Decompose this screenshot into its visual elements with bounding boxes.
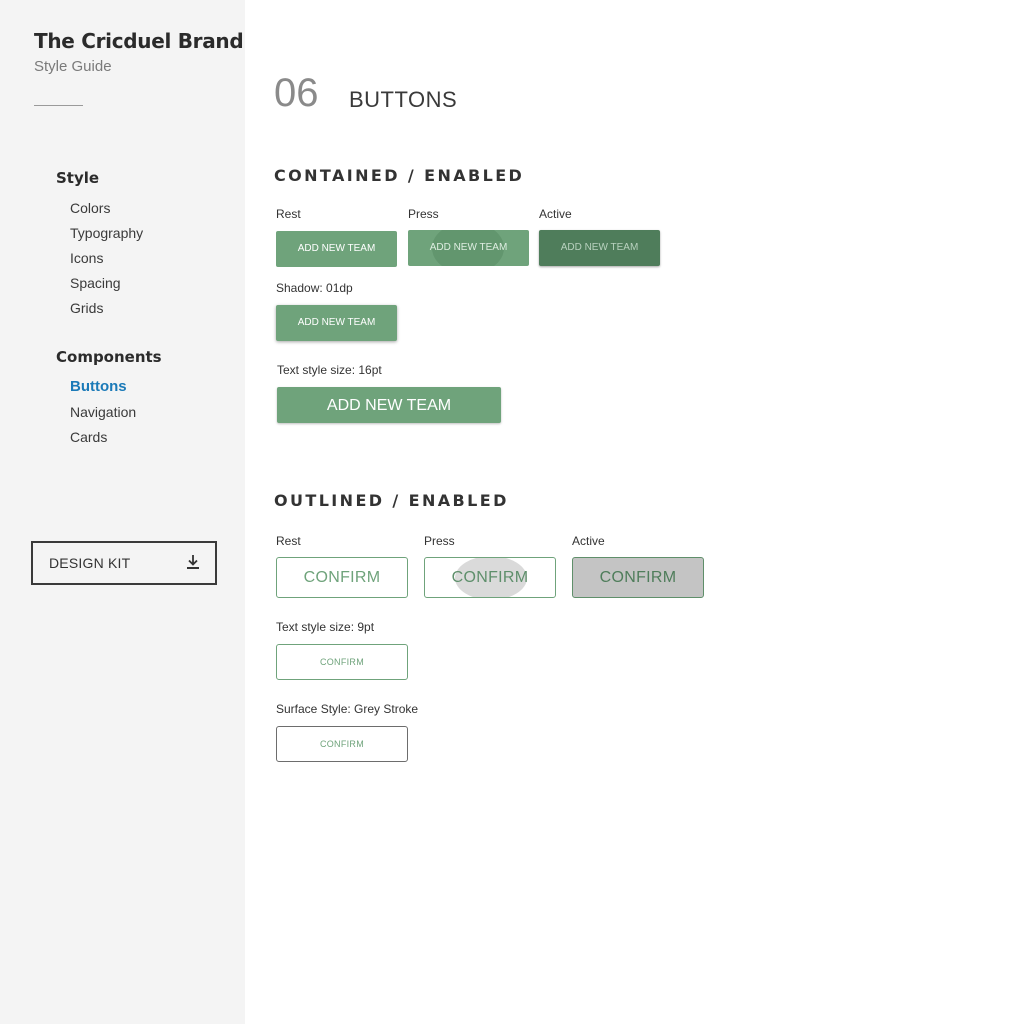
contained-active-label: Active	[539, 207, 572, 221]
nav-heading-components: Components	[56, 348, 162, 366]
add-new-team-button-large[interactable]: ADD NEW TEAM	[277, 387, 501, 423]
confirm-button-active[interactable]: CONFIRM	[572, 557, 704, 598]
button-label: CONFIRM	[599, 569, 677, 586]
outlined-section-title: OUTLINED / ENABLED	[274, 491, 509, 510]
add-new-team-button-active[interactable]: ADD NEW TEAM	[539, 230, 660, 266]
button-label: ADD NEW TEAM	[297, 243, 376, 254]
brand-subtitle: Style Guide	[34, 58, 112, 75]
sidebar: The Cricduel Brand Style Guide Style Col…	[0, 0, 245, 1024]
add-new-team-button-press[interactable]: ADD NEW TEAM	[408, 230, 529, 266]
design-kit-button[interactable]: DESIGN KIT	[31, 541, 217, 585]
confirm-button-small[interactable]: CONFIRM	[276, 644, 408, 680]
shadow-label: Shadow: 01dp	[276, 281, 353, 295]
brand-divider	[34, 105, 83, 106]
section-number: 06	[274, 71, 319, 115]
button-label: ADD NEW TEAM	[297, 317, 376, 328]
button-label: ADD NEW TEAM	[560, 242, 639, 253]
sidebar-item-navigation[interactable]: Navigation	[70, 404, 136, 420]
outlined-active-label: Active	[572, 534, 605, 548]
nav-heading-style: Style	[56, 169, 100, 187]
contained-rest-label: Rest	[276, 207, 301, 221]
confirm-button-press[interactable]: CONFIRM	[424, 557, 556, 598]
contained-press-label: Press	[408, 207, 439, 221]
add-new-team-button-rest[interactable]: ADD NEW TEAM	[276, 231, 397, 267]
sidebar-item-icons[interactable]: Icons	[70, 250, 103, 266]
design-kit-label: DESIGN KIT	[49, 555, 131, 571]
button-label: CONFIRM	[451, 569, 529, 586]
brand-title: The Cricduel Brand	[34, 29, 244, 53]
sidebar-item-grids[interactable]: Grids	[70, 300, 103, 316]
sidebar-item-spacing[interactable]: Spacing	[70, 275, 121, 291]
download-icon	[187, 555, 199, 569]
add-new-team-button-shadow[interactable]: ADD NEW TEAM	[276, 305, 397, 341]
button-label: ADD NEW TEAM	[326, 397, 452, 414]
sidebar-item-typography[interactable]: Typography	[70, 225, 143, 241]
contained-section-title: CONTAINED / ENABLED	[274, 166, 525, 185]
text-size-9-label: Text style size: 9pt	[276, 620, 375, 634]
button-label: CONFIRM	[303, 569, 381, 586]
confirm-button-rest[interactable]: CONFIRM	[276, 557, 408, 598]
outlined-press-label: Press	[424, 534, 455, 548]
confirm-button-grey-stroke[interactable]: CONFIRM	[276, 726, 408, 762]
text-size-16-label: Text style size: 16pt	[277, 363, 382, 377]
sidebar-item-buttons[interactable]: Buttons	[70, 378, 127, 395]
button-label: ADD NEW TEAM	[429, 242, 508, 253]
page-title: BUTTONS	[349, 87, 458, 112]
surface-style-label: Surface Style: Grey Stroke	[276, 702, 419, 716]
button-label: CONFIRM	[319, 739, 365, 749]
sidebar-item-cards[interactable]: Cards	[70, 429, 107, 445]
outlined-rest-label: Rest	[276, 534, 301, 548]
sidebar-item-colors[interactable]: Colors	[70, 200, 110, 216]
button-label: CONFIRM	[319, 657, 365, 667]
